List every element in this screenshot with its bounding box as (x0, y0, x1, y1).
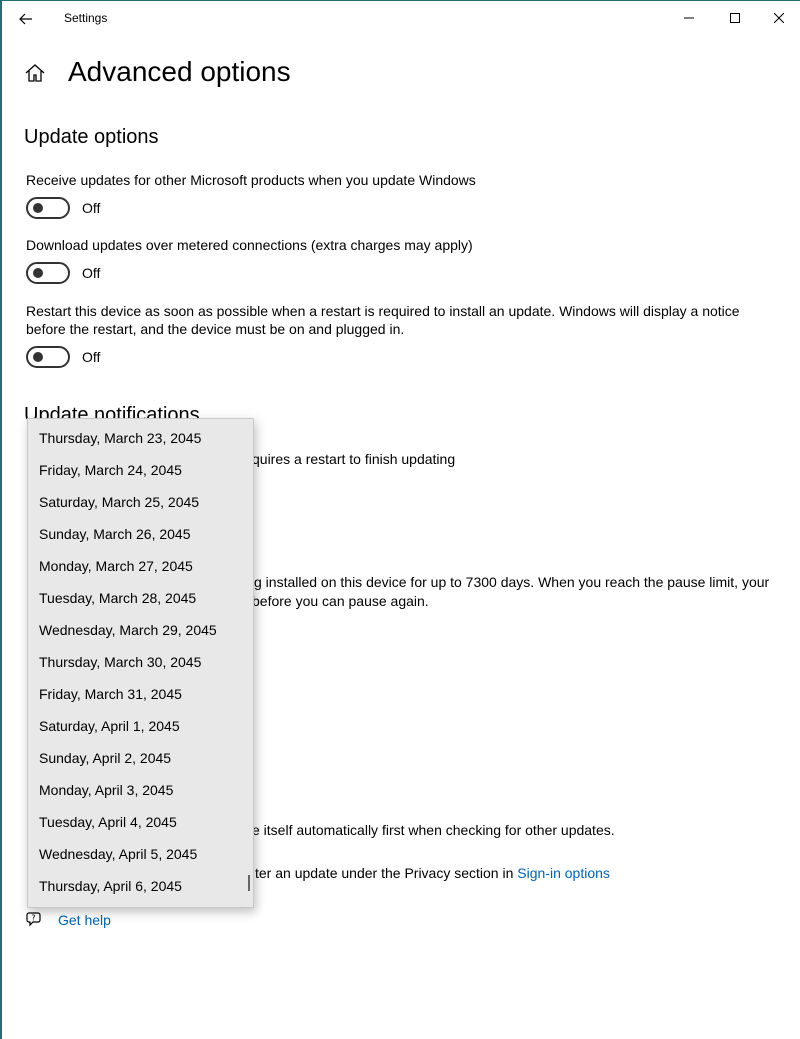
toggle-state-label: Off (82, 200, 101, 216)
option-label-restart: Restart this device as soon as possible … (26, 303, 740, 337)
dropdown-item[interactable]: Friday, March 24, 2045 (28, 454, 253, 486)
dropdown-item[interactable]: Saturday, April 1, 2045 (28, 710, 253, 742)
toggle-switch[interactable] (26, 197, 70, 219)
dropdown-scrollbar-thumb[interactable] (248, 875, 250, 891)
close-icon (774, 13, 784, 23)
pause-until-dropdown[interactable]: Thursday, March 23, 2045 Friday, March 2… (27, 418, 254, 908)
help-chat-icon: ? (26, 912, 41, 927)
home-button[interactable] (24, 62, 48, 86)
sign-in-options-link[interactable]: Sign-in options (517, 865, 610, 881)
page-title: Advanced options (68, 56, 291, 87)
update-options-heading: Update options (24, 126, 159, 148)
dropdown-item[interactable]: Wednesday, March 29, 2045 (28, 614, 253, 646)
toggle-row-metered[interactable]: Off (26, 262, 100, 284)
maximize-icon (730, 13, 740, 23)
toggle-row-other-products[interactable]: Off (26, 197, 100, 219)
get-help-link[interactable]: Get help (58, 912, 111, 928)
home-icon (25, 64, 45, 82)
maximize-button[interactable] (712, 1, 758, 35)
svg-text:?: ? (31, 914, 35, 923)
dropdown-item[interactable]: Wednesday, April 5, 2045 (28, 838, 253, 870)
close-button[interactable] (756, 1, 800, 35)
title-bar: Settings (2, 1, 800, 35)
toggle-state-label: Off (82, 349, 101, 365)
pause-description-line-2: before you can pause again. (252, 593, 429, 609)
dropdown-item[interactable]: Thursday, April 6, 2045 (28, 870, 253, 902)
dropdown-item[interactable]: Thursday, March 30, 2045 (28, 646, 253, 678)
notification-option-label: quires a restart to finish updating (252, 451, 456, 467)
dropdown-item[interactable]: Tuesday, March 28, 2045 (28, 582, 253, 614)
toggle-state-label: Off (82, 265, 101, 281)
pause-description-line-1: g installed on this device for up to 730… (254, 574, 770, 590)
toggle-knob (33, 352, 43, 362)
toggle-knob (33, 268, 43, 278)
dropdown-item[interactable]: Thursday, March 23, 2045 (28, 422, 253, 454)
privacy-text: ter an update under the Privacy section … (255, 865, 518, 881)
dropdown-item[interactable]: Monday, April 3, 2045 (28, 774, 253, 806)
dropdown-item[interactable]: Tuesday, April 4, 2045 (28, 806, 253, 838)
toggle-row-restart[interactable]: Off (26, 346, 100, 368)
window-title: Settings (64, 11, 108, 25)
dropdown-item[interactable]: Sunday, March 26, 2045 (28, 518, 253, 550)
toggle-switch[interactable] (26, 346, 70, 368)
dropdown-item[interactable]: Saturday, March 25, 2045 (28, 486, 253, 518)
toggle-switch[interactable] (26, 262, 70, 284)
window-frame-left (0, 0, 2, 1039)
back-button[interactable] (12, 7, 40, 31)
minimize-icon (684, 17, 694, 19)
dropdown-item[interactable]: Sunday, April 2, 2045 (28, 742, 253, 774)
privacy-description: ter an update under the Privacy section … (255, 865, 610, 881)
minimize-button[interactable] (666, 1, 712, 35)
option-label-other-products: Receive updates for other Microsoft prod… (26, 172, 476, 188)
dropdown-item[interactable]: Monday, March 27, 2045 (28, 550, 253, 582)
back-arrow-icon (19, 13, 32, 25)
option-label-metered: Download updates over metered connection… (26, 237, 473, 253)
toggle-knob (33, 203, 43, 213)
auto-update-description: e itself automatically first when checki… (252, 822, 615, 838)
dropdown-item[interactable]: Friday, March 31, 2045 (28, 678, 253, 710)
get-help-row[interactable]: ? Get help (26, 908, 111, 932)
